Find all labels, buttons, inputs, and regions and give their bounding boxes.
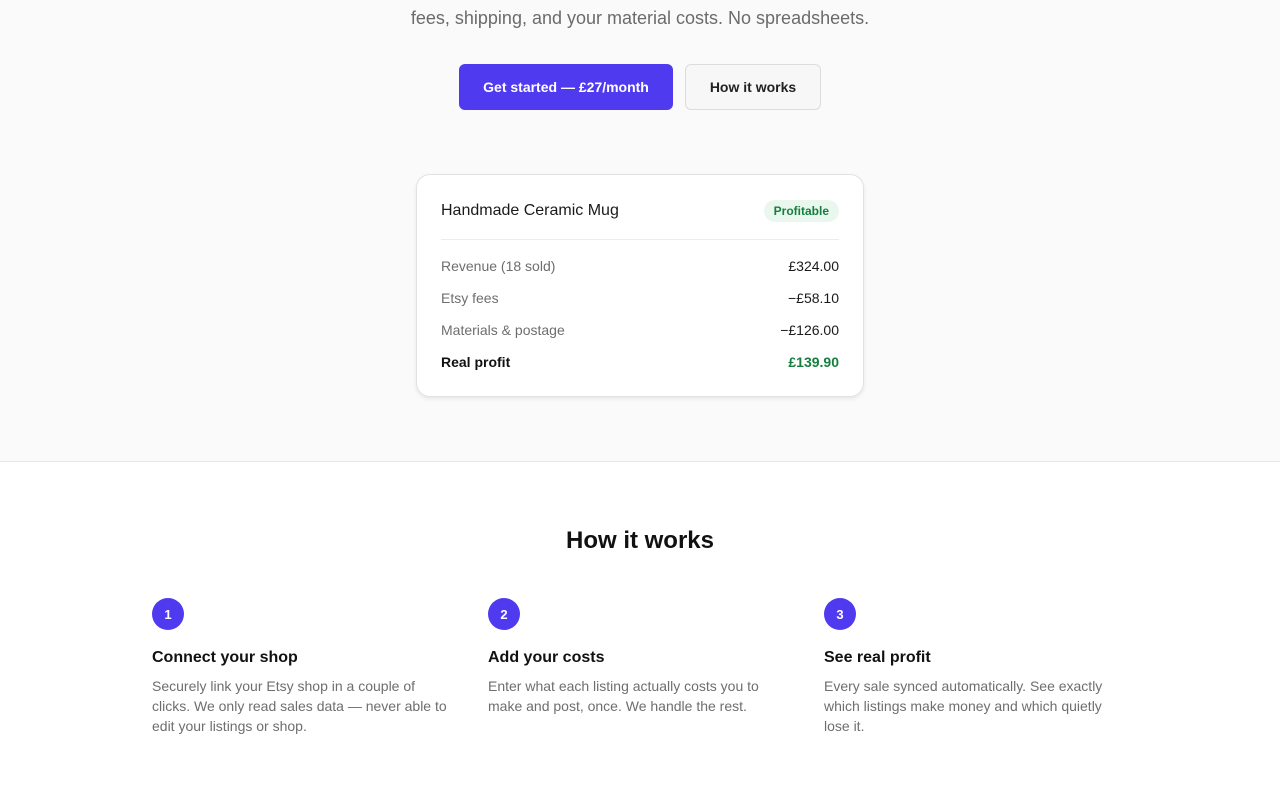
revenue-label: Revenue (18 sold) xyxy=(441,258,556,274)
real-profit-value: £139.90 xyxy=(788,354,839,370)
step-number-badge: 1 xyxy=(152,598,184,630)
etsy-fees-value: −£58.10 xyxy=(788,290,839,306)
step-connect: 1 Connect your shop Securely link your E… xyxy=(152,598,452,736)
how-it-works-heading: How it works xyxy=(565,527,715,554)
materials-value: −£126.00 xyxy=(780,322,839,338)
hero-section: fees, shipping, and your material costs.… xyxy=(0,0,1280,462)
product-title: Handmade Ceramic Mug xyxy=(441,202,619,219)
step-title: See real profit xyxy=(824,649,931,666)
profit-card: Handmade Ceramic Mug Profitable Revenue … xyxy=(416,174,864,397)
step-number-badge: 3 xyxy=(824,598,856,630)
step-title: Add your costs xyxy=(488,649,605,666)
revenue-value: £324.00 xyxy=(788,258,839,274)
step-description: Securely link your Etsy shop in a couple… xyxy=(152,678,447,734)
step-number-badge: 2 xyxy=(488,598,520,630)
step-costs: 2 Add your costs Enter what each listing… xyxy=(488,598,788,716)
etsy-fees-row: Etsy fees −£58.10 xyxy=(441,288,839,308)
step-description: Enter what each listing actually costs y… xyxy=(488,678,759,714)
revenue-row: Revenue (18 sold) £324.00 xyxy=(441,256,839,276)
get-started-button[interactable]: Get started — £27/month xyxy=(459,64,673,110)
materials-label: Materials & postage xyxy=(441,322,565,338)
step-profit: 3 See real profit Every sale synced auto… xyxy=(824,598,1124,736)
hero-subline: fees, shipping, and your material costs.… xyxy=(410,8,870,28)
card-divider xyxy=(441,239,839,240)
etsy-fees-label: Etsy fees xyxy=(441,290,499,306)
how-it-works-button[interactable]: How it works xyxy=(685,64,821,110)
real-profit-row: Real profit £139.90 xyxy=(441,352,839,372)
materials-row: Materials & postage −£126.00 xyxy=(441,320,839,340)
real-profit-label: Real profit xyxy=(441,354,511,370)
step-description: Every sale synced automatically. See exa… xyxy=(824,678,1103,734)
status-badge: Profitable xyxy=(763,200,839,222)
step-title: Connect your shop xyxy=(152,649,298,666)
